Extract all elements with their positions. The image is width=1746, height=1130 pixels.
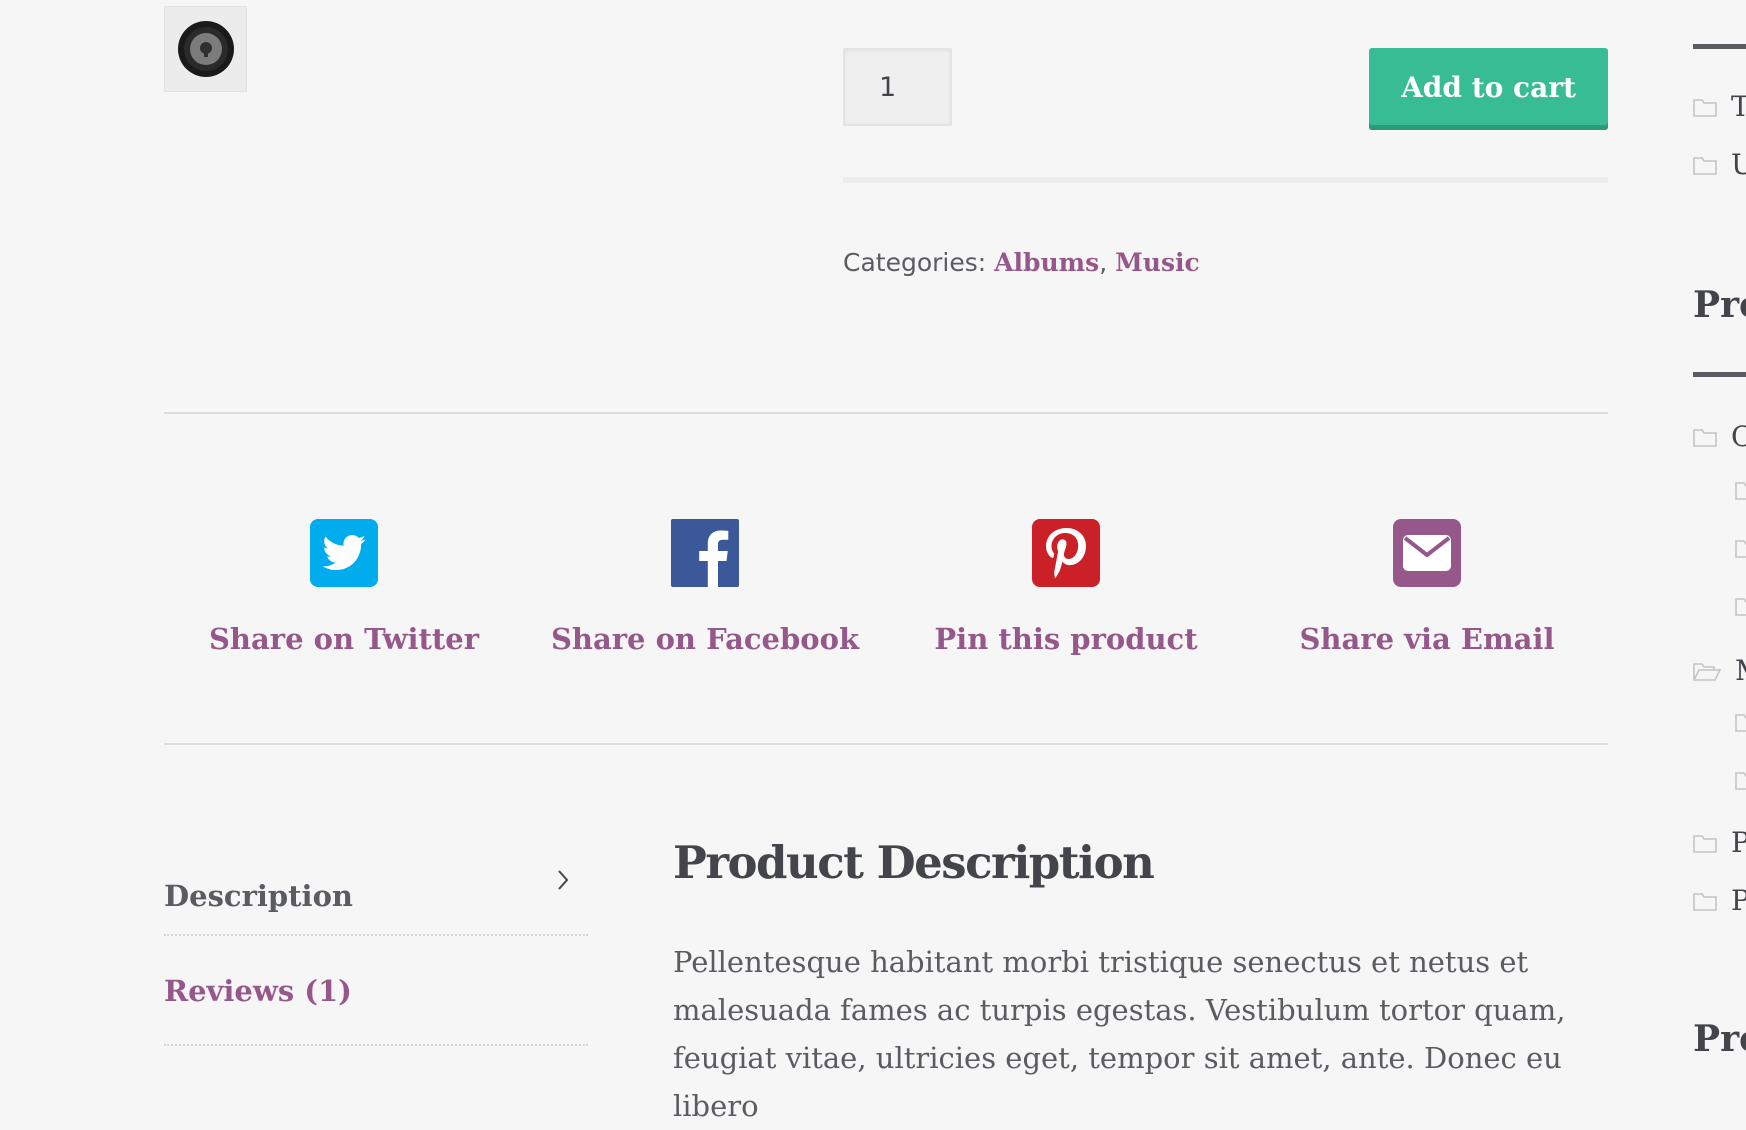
divider xyxy=(843,177,1608,183)
tab-description-label: Description xyxy=(164,879,353,913)
folder-icon xyxy=(1693,98,1717,117)
pinterest-icon xyxy=(1032,519,1100,587)
share-pinterest[interactable]: Pin this product xyxy=(896,519,1236,656)
folder-icon xyxy=(1693,156,1717,175)
tab-reviews-label: Reviews (1) xyxy=(164,974,352,1008)
tab-description[interactable]: Description xyxy=(164,860,588,936)
tab-reviews[interactable]: Reviews (1) xyxy=(164,972,588,1046)
sidebar-subitem[interactable] xyxy=(1735,712,1746,736)
sidebar-item[interactable]: P xyxy=(1693,826,1746,859)
share-twitter[interactable]: Share on Twitter xyxy=(174,519,514,656)
sidebar-subitem[interactable] xyxy=(1735,596,1746,620)
folder-open-icon xyxy=(1693,662,1721,681)
divider xyxy=(164,743,1608,745)
sidebar-heading: Pro xyxy=(1693,284,1746,326)
folder-icon xyxy=(1693,892,1717,911)
product-categories: Categories: Albums, Music xyxy=(843,248,1200,277)
share-email[interactable]: Share via Email xyxy=(1257,519,1597,656)
category-link-albums[interactable]: Albums xyxy=(994,248,1099,277)
folder-icon xyxy=(1735,482,1746,500)
product-description-heading: Product Description xyxy=(673,836,1155,889)
folder-icon xyxy=(1735,714,1746,732)
vinyl-record-icon xyxy=(177,21,234,77)
sidebar-item[interactable]: T xyxy=(1693,90,1746,123)
folder-icon xyxy=(1735,772,1746,790)
sidebar-heading: Pro xyxy=(1693,1018,1746,1060)
folder-icon xyxy=(1735,540,1746,558)
quantity-input[interactable] xyxy=(843,48,952,126)
twitter-icon xyxy=(310,519,378,587)
facebook-icon xyxy=(671,519,739,587)
sidebar-divider xyxy=(1693,372,1746,377)
add-to-cart-button[interactable]: Add to cart xyxy=(1369,48,1608,130)
share-twitter-link[interactable]: Share on Twitter xyxy=(209,622,479,656)
chevron-right-icon xyxy=(558,870,569,890)
sidebar-item[interactable]: U xyxy=(1693,148,1746,181)
sidebar-item[interactable]: C xyxy=(1693,420,1746,453)
pin-product-link[interactable]: Pin this product xyxy=(934,622,1197,656)
product-thumbnail[interactable] xyxy=(164,6,247,92)
sidebar-item[interactable]: P xyxy=(1693,884,1746,917)
category-link-music[interactable]: Music xyxy=(1115,248,1200,277)
category-separator: , xyxy=(1099,248,1116,277)
folder-icon xyxy=(1693,428,1717,447)
folder-icon xyxy=(1693,834,1717,853)
sidebar-subitem[interactable] xyxy=(1735,480,1746,504)
share-email-link[interactable]: Share via Email xyxy=(1299,622,1554,656)
email-icon xyxy=(1393,519,1461,587)
folder-icon xyxy=(1735,598,1746,616)
categories-prefix: Categories: xyxy=(843,248,995,277)
product-description-text: Pellentesque habitant morbi tristique se… xyxy=(673,945,1566,1123)
share-facebook[interactable]: Share on Facebook xyxy=(535,519,875,656)
sidebar-divider xyxy=(1693,44,1746,49)
sidebar-subitem[interactable] xyxy=(1735,538,1746,562)
divider xyxy=(164,412,1608,414)
sidebar-item[interactable]: M xyxy=(1693,654,1746,687)
share-facebook-link[interactable]: Share on Facebook xyxy=(551,622,859,656)
sidebar-subitem[interactable] xyxy=(1735,770,1746,794)
